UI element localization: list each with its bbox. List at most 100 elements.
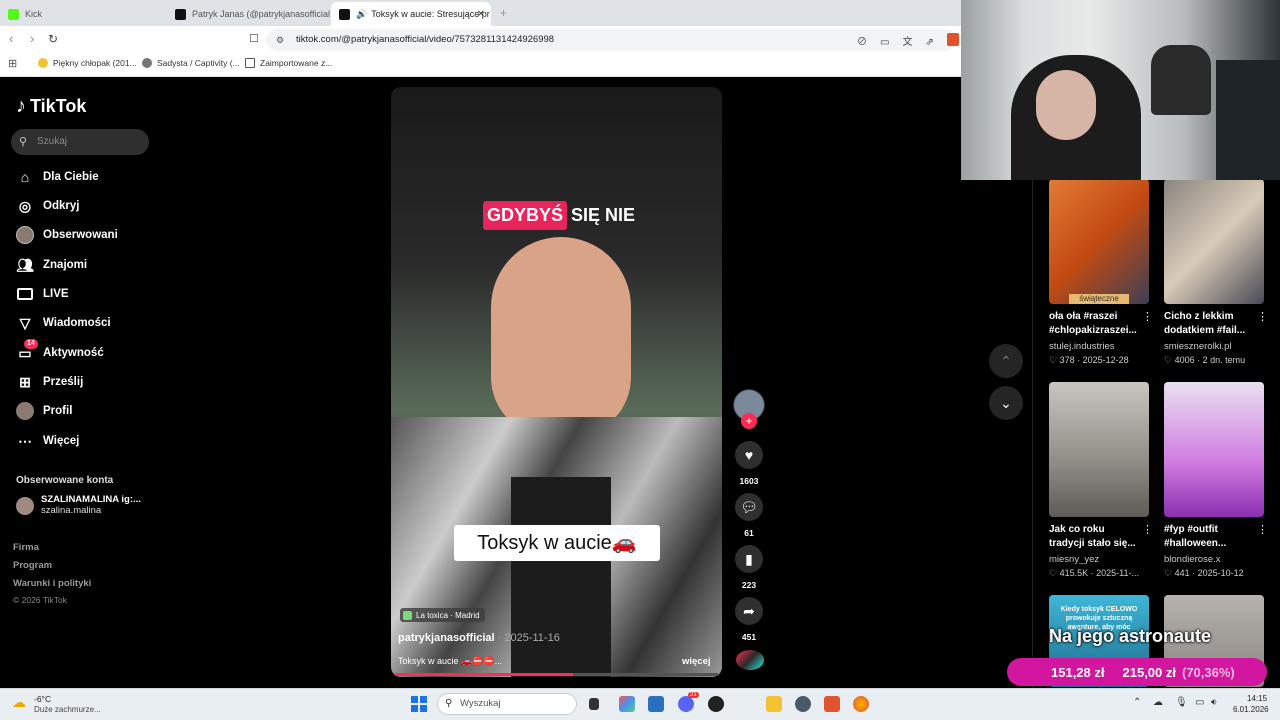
tab-kick[interactable]: Kick [0, 2, 165, 26]
tiktok-logo[interactable]: ♪ TikTok [16, 95, 86, 118]
scroll-down-button[interactable]: ⌄ [989, 386, 1023, 420]
store-icon[interactable] [648, 696, 664, 712]
nav-aktywnosc[interactable]: ▭ 14 Aktywność [16, 339, 104, 364]
nav-profil[interactable]: Profil [16, 400, 72, 422]
location-pin-icon [403, 610, 412, 620]
live-icon [16, 285, 34, 303]
share-button[interactable]: ➦ [735, 597, 763, 625]
recommended-video[interactable]: świąteczne oła oła #raszei #chlopakizras… [1049, 179, 1153, 366]
video-progress-bar[interactable] [395, 673, 718, 676]
file-explorer-icon[interactable] [766, 696, 782, 712]
more-options-icon[interactable]: ⋮ [1257, 523, 1268, 536]
more-button[interactable]: więcej [682, 656, 711, 667]
account-handle: szalina.malina [41, 505, 102, 516]
more-options-icon[interactable]: ⋮ [1257, 310, 1268, 323]
nav-przeslij[interactable]: ⊞ Prześlij [16, 371, 83, 393]
donation-percent: (70,36%) [1182, 664, 1235, 680]
more-options-icon[interactable]: ⋮ [1142, 310, 1153, 323]
tab-video-active[interactable]: 🔊 Toksyk w aucie: Stresujące pr ✕ [331, 2, 491, 26]
video-player[interactable] [391, 87, 722, 677]
clock-time[interactable]: 14:15 [1247, 694, 1267, 703]
nav-wiecej[interactable]: ⋯ Więcej [16, 430, 79, 452]
follow-button[interactable]: + [741, 413, 757, 429]
scroll-up-button[interactable]: ⌃ [989, 344, 1023, 378]
nav-wiadomosci[interactable]: ▽ Wiadomości [16, 312, 111, 334]
friends-icon: 👥︎ [16, 256, 34, 273]
nav-znajomi[interactable]: 👥︎ Znajomi [16, 254, 87, 276]
tab-profile[interactable]: Patryk Janas (@patrykjanasofficial) | T [167, 2, 330, 26]
video-author: miesny_yez [1049, 554, 1100, 565]
thumbnail-tag: świąteczne [1069, 294, 1129, 304]
taskbar-search[interactable]: ⚲ Wyszukaj [437, 693, 577, 715]
copilot-icon[interactable] [619, 696, 635, 712]
video-thumbnail [1164, 179, 1264, 304]
footer-link-firma[interactable]: Firma [13, 542, 39, 553]
more-options-icon[interactable]: ⋮ [1142, 523, 1153, 536]
clock-date[interactable]: 6.01.2026 [1233, 705, 1269, 714]
forward-icon[interactable]: › [30, 31, 34, 46]
weather-cloud-icon[interactable]: ☁ [12, 694, 26, 711]
discord-icon[interactable] [678, 696, 694, 712]
followed-account-item[interactable]: SZALINAMALINA ig:... szalina.malina [16, 494, 141, 516]
firefox-icon[interactable] [853, 696, 869, 712]
save-count: 223 [741, 580, 757, 590]
settings-gear-icon[interactable] [795, 696, 811, 712]
tray-chevron-icon[interactable]: ⌃ [1133, 697, 1141, 708]
brave-shield-icon[interactable] [947, 33, 959, 46]
share-count: 451 [741, 632, 757, 642]
search-input[interactable]: ⚲ Szukaj [11, 129, 149, 155]
video-thumbnail: świąteczne [1049, 179, 1149, 304]
discord-badge: 21 [688, 692, 699, 698]
nav-live[interactable]: LIVE [16, 283, 69, 305]
donation-goal-bar: 151,28 zł 215,00 zł (70,36%) [1007, 658, 1267, 686]
save-button[interactable]: ▮ [735, 545, 763, 573]
back-icon[interactable]: ‹ [9, 31, 13, 46]
new-tab-button[interactable]: + [500, 6, 507, 20]
brave-browser-icon[interactable] [824, 696, 840, 712]
notification-badge: 14 [24, 339, 38, 349]
tray-mic-icon[interactable]: 🎙︎ [1175, 697, 1188, 708]
tiktok-favicon-icon [175, 8, 186, 20]
nav-dla-ciebie[interactable]: ⌂ Dla Ciebie [16, 166, 99, 188]
tab-title: Kick [25, 9, 43, 19]
tray-volume-icon[interactable]: 🔉︎ [1211, 697, 1217, 708]
nav-obserwowani[interactable]: Obserwowani [16, 224, 118, 246]
footer-link-terms[interactable]: Warunki i polityki [13, 578, 91, 589]
send-icon: ▽ [19, 314, 31, 331]
comment-button[interactable]: 💬︎ [735, 493, 763, 521]
bookmark-2[interactable]: Sadysta / Captivity (... [142, 58, 240, 68]
music-disc-icon[interactable] [736, 650, 764, 670]
bookmark-folder[interactable]: Zaimportowane z... [245, 58, 332, 68]
recommended-video[interactable]: Jak co roku tradycji stało się... ⋮ mies… [1049, 382, 1153, 579]
bookmark-1[interactable]: Piękny chłopak (201... [38, 58, 137, 68]
extension-icons[interactable]: ⊘▭文⇗ [857, 33, 947, 48]
bookmark-star-icon[interactable]: ☐ [249, 32, 259, 45]
more-dots-icon: ⋯ [18, 432, 32, 449]
recommended-video[interactable]: #fyp #outfit #halloween... ⋮ blondierose… [1164, 382, 1268, 579]
video-author[interactable]: patrykjanasofficial · 2025-11-16 [398, 632, 560, 644]
profile-avatar-icon [16, 402, 34, 420]
recommended-video[interactable]: Cicho z lekkim dodatkiem #fail... ⋮ smie… [1164, 179, 1268, 366]
nav-odkryj[interactable]: ◎ Odkryj [16, 195, 80, 217]
like-button[interactable]: ♥ [735, 441, 763, 469]
video-caption-main: Toksyk w aucie🚗 [454, 525, 660, 561]
search-icon: ⚲ [19, 136, 28, 148]
weather-temperature[interactable]: -6°C [34, 694, 51, 704]
location-tag[interactable]: La toxica · Madrid [400, 608, 485, 622]
footer-link-program[interactable]: Program [13, 560, 52, 571]
tray-monitor-icon[interactable]: ▭ [1195, 697, 1204, 708]
progress-fill [395, 673, 573, 676]
windows-start-icon[interactable] [411, 696, 427, 712]
task-view-icon[interactable] [589, 698, 599, 710]
search-icon: ⚲ [445, 698, 453, 709]
plus-square-icon: ⊞ [19, 373, 31, 390]
obs-icon[interactable] [708, 696, 724, 712]
close-tab-icon[interactable]: ✕ [477, 9, 485, 20]
tray-network-icon[interactable]: ☁ [1153, 697, 1163, 708]
followed-accounts-title: Obserwowane konta [16, 475, 114, 486]
site-info-icon[interactable]: ⚙ [276, 29, 284, 51]
url-field[interactable]: ⚙ tiktok.com/@patrykjanasofficial/video/… [266, 29, 956, 51]
apps-grid-icon[interactable]: ⊞ [8, 57, 17, 70]
tiktok-note-icon: ♪ [16, 95, 26, 117]
reload-icon[interactable]: ↻ [48, 32, 58, 46]
